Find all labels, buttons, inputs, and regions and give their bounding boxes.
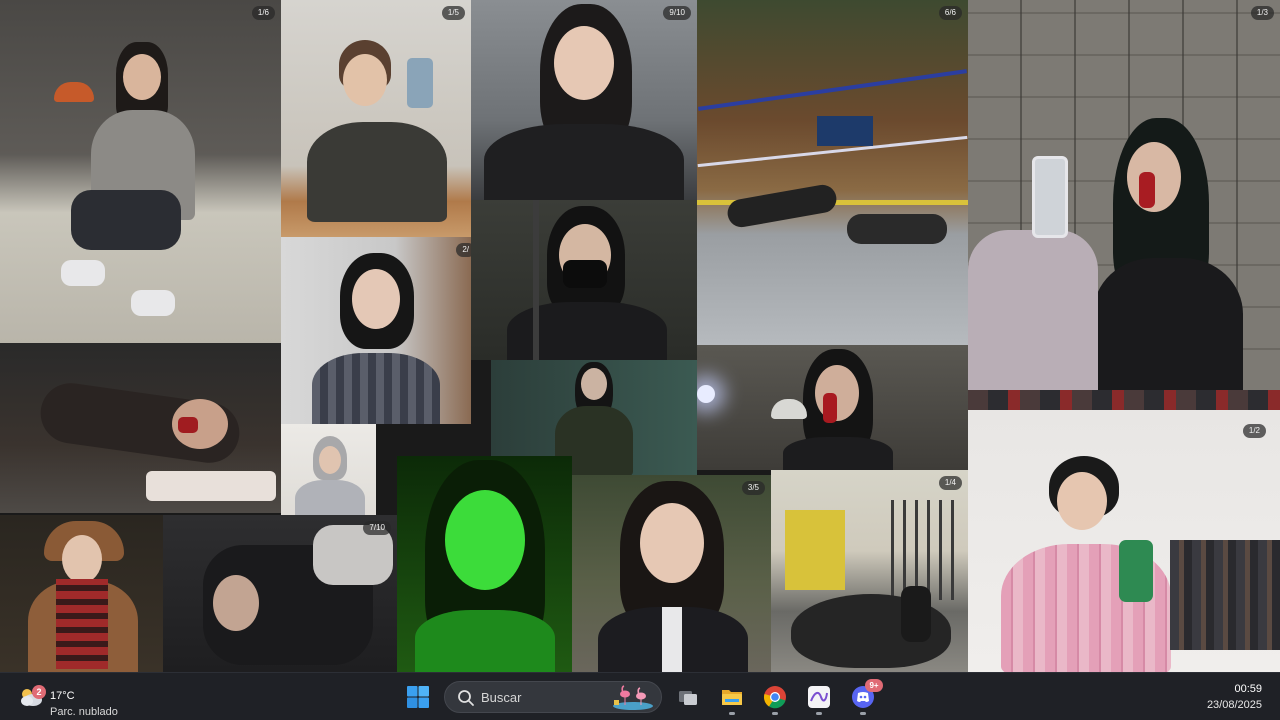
desktop-wallpaper-collage: 1/6 1/5 9/10 6/6 1/3 2/ 1/2 7/10 3/5 1/4 — [0, 0, 1280, 672]
running-indicator — [860, 712, 866, 715]
photo-tile — [397, 456, 572, 672]
photo-counter-badge: 7/10 — [363, 521, 391, 535]
photo-tile — [0, 515, 163, 672]
taskbar-app-discord[interactable]: 9+ — [847, 679, 883, 715]
system-clock[interactable]: 00:59 23/08/2025 — [1207, 681, 1262, 713]
task-view-icon — [679, 691, 697, 705]
photo-tile: 7/10 — [163, 515, 397, 672]
weather-widget[interactable]: 2 17°C Parc. nublado — [16, 681, 146, 718]
taskbar-app-notes[interactable] — [803, 681, 835, 715]
photo-tile: 3/5 — [572, 475, 771, 672]
photo-tile — [281, 424, 376, 520]
photo-counter-badge: 1/5 — [441, 6, 465, 20]
photo-counter-badge: 1/4 — [938, 476, 962, 490]
weather-condition: Parc. nublado — [50, 706, 118, 718]
taskbar: 2 17°C Parc. nublado Buscar 9+ 00:59 23/… — [0, 672, 1280, 720]
running-indicator — [772, 712, 778, 715]
photo-counter-badge: 6/6 — [938, 6, 962, 20]
start-button[interactable] — [406, 685, 430, 709]
photo-tile: 1/5 — [281, 0, 471, 237]
photo-counter-badge: 1/3 — [1250, 6, 1274, 20]
photo-counter-badge: 2/ — [456, 243, 471, 257]
photo-tile: 1/6 — [0, 0, 281, 343]
taskbar-search-box[interactable]: Buscar — [444, 681, 662, 713]
photo-tile: 9/10 — [471, 0, 697, 200]
photo-tile: 6/6 — [697, 0, 968, 345]
photo-counter-badge: 9/10 — [663, 6, 691, 20]
task-view-button[interactable] — [672, 681, 704, 713]
photo-tile: 1/3 — [968, 0, 1280, 390]
photo-tile: 2/ — [281, 237, 471, 424]
photo-tile — [697, 345, 968, 470]
folder-icon — [722, 690, 742, 705]
running-indicator — [816, 712, 822, 715]
search-icon — [458, 690, 474, 706]
running-indicator — [729, 712, 735, 715]
photo-tile: 1/4 — [771, 470, 968, 672]
clock-time: 00:59 — [1234, 683, 1262, 695]
flamingo-search-highlight-icon — [613, 685, 653, 710]
photo-tile: 1/2 — [968, 390, 1280, 672]
clock-date: 23/08/2025 — [1206, 699, 1262, 711]
search-placeholder: Buscar — [481, 690, 522, 705]
photo-tile — [0, 343, 281, 513]
weather-notification-badge: 2 — [32, 685, 46, 699]
taskbar-app-chrome[interactable] — [759, 681, 791, 715]
chrome-icon — [763, 686, 786, 709]
taskbar-app-file-explorer[interactable] — [716, 681, 748, 715]
photo-counter-badge: 3/5 — [741, 481, 765, 495]
discord-notification-badge: 9+ — [865, 679, 883, 692]
photo-counter-badge: 1/6 — [251, 6, 275, 20]
weather-temperature: 17°C — [50, 690, 75, 702]
photo-tile — [471, 200, 697, 360]
notes-app-icon — [808, 686, 830, 708]
photo-counter-badge: 1/2 — [1242, 424, 1266, 438]
